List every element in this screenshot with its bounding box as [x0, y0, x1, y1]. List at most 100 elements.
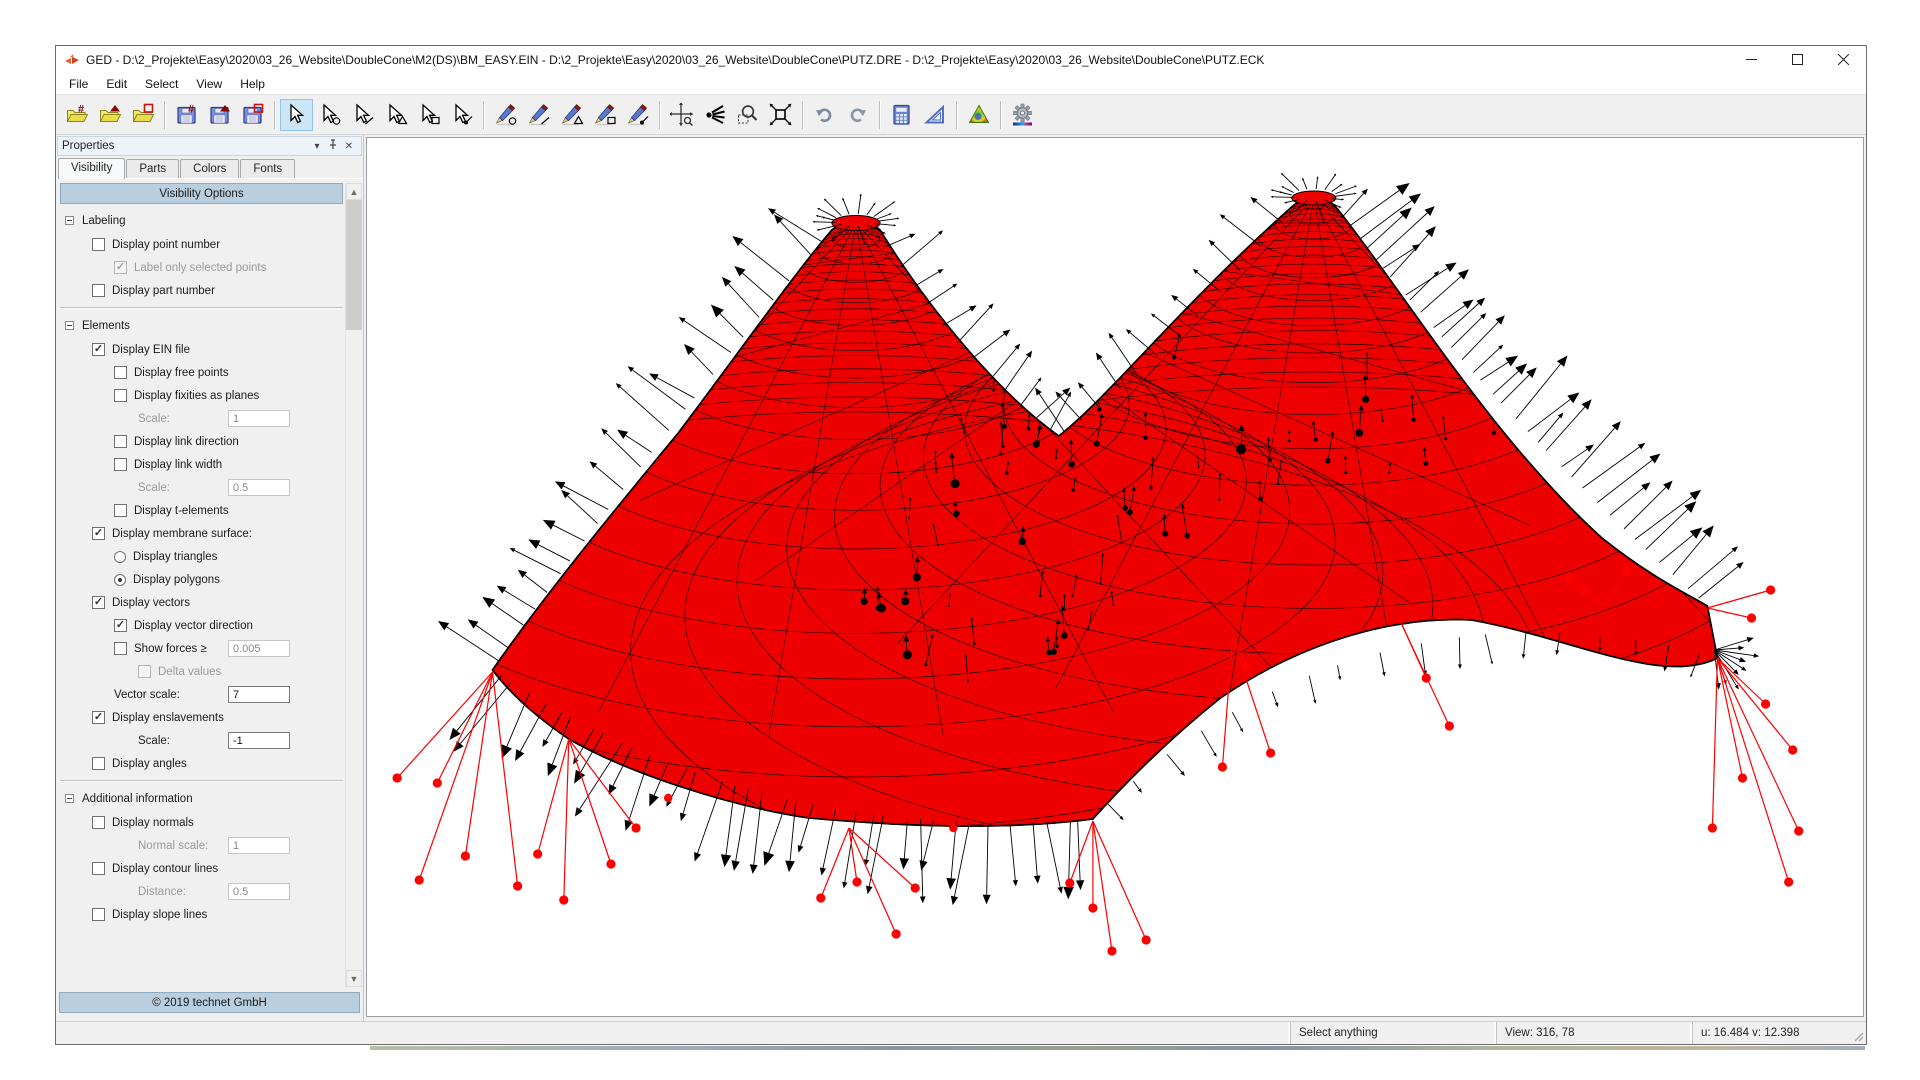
panel-scrollbar[interactable]: ▲ ▼ — [345, 183, 362, 987]
checkbox-label-only-selected-points: Label only selected points — [58, 256, 345, 279]
tab-parts[interactable]: Parts — [126, 159, 179, 178]
tab-visibility[interactable]: Visibility — [58, 158, 125, 179]
zoom-window-button[interactable] — [731, 99, 764, 131]
checkbox[interactable] — [92, 862, 105, 875]
collapse-icon[interactable] — [65, 321, 74, 330]
toolbar-separator — [659, 101, 660, 129]
formfinding-button[interactable] — [962, 99, 995, 131]
close-button[interactable] — [1820, 46, 1866, 73]
svg-text:#: # — [78, 103, 84, 115]
checkbox-display-fixities-as-planes: Display fixities as planes — [58, 384, 345, 407]
checkbox[interactable] — [92, 343, 105, 356]
save-triangle-button[interactable] — [203, 99, 236, 131]
window-title: GED - D:\2_Projekte\Easy\2020\03_26_Webs… — [86, 53, 1728, 67]
cursor-square-button[interactable] — [412, 99, 445, 131]
checkbox[interactable] — [114, 458, 127, 471]
scroll-down-icon[interactable]: ▼ — [346, 970, 362, 987]
cursor-line-button[interactable] — [346, 99, 379, 131]
open-triangle-button[interactable] — [93, 99, 126, 131]
pan-zoom-button[interactable] — [665, 99, 698, 131]
checkbox[interactable] — [114, 642, 127, 655]
checkbox[interactable] — [92, 757, 105, 770]
label: Display polygons — [133, 574, 220, 586]
radio-button[interactable] — [114, 574, 126, 586]
cursor-dotline-button[interactable] — [445, 99, 478, 131]
label: Display contour lines — [112, 863, 218, 875]
save-square-button[interactable] — [236, 99, 269, 131]
checkbox-display-normals: Display normals — [58, 811, 345, 834]
visibility-options-header: Visibility Options — [60, 183, 343, 204]
panel-pin-icon[interactable] — [325, 139, 341, 153]
label: Display free points — [134, 367, 229, 379]
checkbox-display-contour-lines: Display contour lines — [58, 857, 345, 880]
toolbar-separator — [483, 101, 484, 129]
status-view-coords: View: 316, 78 — [1496, 1022, 1692, 1044]
collapse-icon[interactable] — [65, 794, 74, 803]
pencil-triangle-button[interactable] — [555, 99, 588, 131]
zoom-fit-button[interactable] — [764, 99, 797, 131]
input-scale[interactable] — [228, 732, 290, 749]
toolbar-separator — [802, 101, 803, 129]
cursor-triangle-button[interactable] — [379, 99, 412, 131]
radio-button[interactable] — [114, 551, 126, 563]
settings-button[interactable] — [1006, 99, 1039, 131]
open-hash-button[interactable]: # — [60, 99, 93, 131]
checkbox[interactable] — [114, 504, 127, 517]
pencil-circle-button[interactable] — [489, 99, 522, 131]
collapse-icon[interactable] — [65, 216, 74, 225]
menu-file[interactable]: File — [60, 75, 97, 93]
checkbox[interactable] — [114, 389, 127, 402]
checkbox[interactable] — [92, 711, 105, 724]
panel-footer-copyright: © 2019 technet GmbH — [59, 992, 360, 1013]
input-scale — [228, 410, 290, 427]
scroll-up-icon[interactable]: ▲ — [346, 183, 362, 200]
open-square-button[interactable] — [126, 99, 159, 131]
calculator-button[interactable] — [885, 99, 918, 131]
resize-grip[interactable] — [1852, 1022, 1866, 1044]
label: Display enslavements — [112, 712, 224, 724]
toolbar-separator — [1000, 101, 1001, 129]
minimize-button[interactable] — [1728, 46, 1774, 73]
checkbox — [114, 261, 127, 274]
label: Label only selected points — [134, 262, 266, 274]
cursor-button[interactable] — [280, 99, 313, 131]
model-viewport[interactable] — [366, 137, 1864, 1017]
checkbox[interactable] — [114, 619, 127, 632]
field-vector-scale: Vector scale: — [58, 683, 345, 706]
zoom-rays-button[interactable] — [698, 99, 731, 131]
checkbox[interactable] — [92, 816, 105, 829]
menu-help[interactable]: Help — [231, 75, 274, 93]
label: Scale: — [138, 735, 170, 747]
label: Display vectors — [112, 597, 190, 609]
checkbox[interactable] — [92, 908, 105, 921]
pencil-square-button[interactable] — [588, 99, 621, 131]
scrollbar-thumb[interactable] — [346, 200, 362, 330]
input-vector-scale[interactable] — [228, 686, 290, 703]
menu-edit[interactable]: Edit — [97, 75, 136, 93]
pencil-line-button[interactable] — [522, 99, 555, 131]
pencil-dotline-button[interactable] — [621, 99, 654, 131]
checkbox-display-free-points: Display free points — [58, 361, 345, 384]
checkbox[interactable] — [114, 366, 127, 379]
checkbox — [138, 665, 151, 678]
checkbox[interactable] — [92, 527, 105, 540]
checkbox-display-point-number: Display point number — [58, 233, 345, 256]
tab-fonts[interactable]: Fonts — [240, 159, 295, 178]
tab-colors[interactable]: Colors — [180, 159, 239, 178]
toolbar-separator — [164, 101, 165, 129]
redo-button[interactable] — [841, 99, 874, 131]
panel-dropdown-icon[interactable]: ▾ — [309, 141, 325, 152]
maximize-button[interactable] — [1774, 46, 1820, 73]
cursor-circle-button[interactable] — [313, 99, 346, 131]
undo-button[interactable] — [808, 99, 841, 131]
panel-close-icon[interactable]: ✕ — [341, 141, 357, 152]
checkbox[interactable] — [92, 596, 105, 609]
menu-view[interactable]: View — [187, 75, 231, 93]
save-hash-button[interactable]: # — [170, 99, 203, 131]
set-square-button[interactable] — [918, 99, 951, 131]
menu-select[interactable]: Select — [136, 75, 187, 93]
input-normal-scale — [228, 837, 290, 854]
checkbox[interactable] — [114, 435, 127, 448]
checkbox[interactable] — [92, 238, 105, 251]
checkbox[interactable] — [92, 284, 105, 297]
